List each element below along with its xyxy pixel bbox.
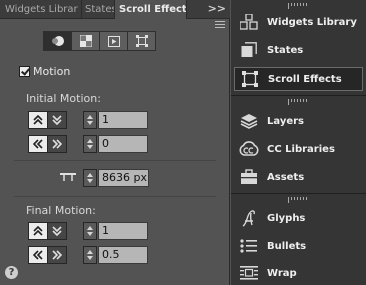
initial-vertical-direction <box>28 111 67 129</box>
dock-grip[interactable] <box>288 3 310 9</box>
slideshow-icon <box>107 35 120 47</box>
cc-libraries-icon <box>239 141 259 156</box>
dock-item-bullets[interactable]: Bullets <box>234 234 363 258</box>
key-position-stepper[interactable] <box>83 169 97 187</box>
dock-item-layers[interactable]: Layers <box>234 109 363 133</box>
chevron-down-double-icon <box>52 226 62 236</box>
initial-vertical-stepper[interactable] <box>83 111 97 129</box>
final-vertical-direction <box>28 222 67 240</box>
final-motion-label: Final Motion: <box>26 204 96 217</box>
chevron-left-double-icon <box>33 250 43 260</box>
direction-down-button[interactable] <box>47 111 67 129</box>
tab-overflow-button[interactable]: >> <box>208 0 226 19</box>
dock-item-widgets-library[interactable]: Widgets Library <box>234 10 363 34</box>
background-fill-icon <box>79 35 92 47</box>
final-horizontal-input[interactable]: 0.5 <box>98 246 148 264</box>
chevron-left-double-icon <box>33 139 43 149</box>
divider <box>14 196 216 197</box>
direction-left-button[interactable] <box>28 246 48 264</box>
dock-item-label: States <box>267 44 304 56</box>
panel-menu-icon[interactable] <box>215 21 225 30</box>
adobe-edge-animate-icon <box>135 35 148 47</box>
dock-item-states[interactable]: States <box>234 38 363 62</box>
tab-scroll-effects[interactable]: Scroll Effects <box>115 0 187 19</box>
direction-up-button[interactable] <box>28 111 48 129</box>
states-icon <box>241 42 257 57</box>
dock-divider <box>231 95 366 96</box>
chevron-up-double-icon <box>33 115 43 125</box>
dock-item-label: Scroll Effects <box>268 73 342 85</box>
final-vertical-input[interactable]: 1 <box>98 222 148 240</box>
dock-item-label: Widgets Library <box>267 16 357 28</box>
panel-tab-bar: Widgets Librar States Scroll Effects >> <box>0 0 230 19</box>
direction-up-button[interactable] <box>28 222 48 240</box>
edge-animate-button[interactable] <box>127 31 156 51</box>
background-fill-button[interactable] <box>71 31 100 51</box>
effect-mode-buttons <box>43 31 156 51</box>
assets-icon <box>241 169 257 184</box>
divider <box>14 160 216 161</box>
motion-checkbox-row[interactable]: Motion <box>19 65 70 78</box>
dock-item-label: CC Libraries <box>267 143 335 155</box>
chevron-down-double-icon <box>52 115 62 125</box>
dock-item-assets[interactable]: Assets <box>234 165 363 189</box>
initial-motion-label: Initial Motion: <box>26 92 101 105</box>
scroll-motion-icon <box>51 36 64 46</box>
dock-item-label: Wrap <box>267 267 297 279</box>
dock-item-label: Glyphs <box>267 212 306 224</box>
wrap-icon <box>240 266 258 280</box>
tab-states[interactable]: States <box>82 0 115 19</box>
direction-left-button[interactable] <box>28 135 48 153</box>
dock-grip[interactable] <box>288 197 310 203</box>
key-position-icon <box>60 173 76 181</box>
dock-divider <box>231 193 366 194</box>
layers-icon <box>240 114 258 129</box>
initial-horizontal-input[interactable]: 0 <box>98 135 148 153</box>
panel-dock: Widgets Library States Scroll Effects La… <box>231 0 366 285</box>
initial-horizontal-direction <box>28 135 67 153</box>
motion-checkbox[interactable] <box>19 66 30 77</box>
initial-horizontal-stepper[interactable] <box>83 135 97 153</box>
final-horizontal-stepper[interactable] <box>83 246 97 264</box>
dock-item-scroll-effects[interactable]: Scroll Effects <box>234 67 363 91</box>
bullets-icon <box>240 239 257 253</box>
key-position-input[interactable]: 8636 px <box>98 169 149 187</box>
scroll-effects-icon <box>242 71 258 87</box>
dock-item-cc-libraries[interactable]: CC Libraries <box>234 137 363 161</box>
scroll-motion-button[interactable] <box>43 31 72 51</box>
scroll-effects-panel: Widgets Librar States Scroll Effects >> <box>0 0 230 285</box>
motion-label: Motion <box>33 65 71 78</box>
chevron-right-double-icon <box>52 250 62 260</box>
glyphs-icon <box>242 210 255 227</box>
help-icon[interactable]: ? <box>5 266 18 279</box>
dock-item-label: Assets <box>267 171 305 183</box>
direction-right-button[interactable] <box>47 135 67 153</box>
widgets-library-icon <box>240 14 258 30</box>
direction-down-button[interactable] <box>47 222 67 240</box>
dock-item-label: Layers <box>267 115 304 127</box>
direction-right-button[interactable] <box>47 246 67 264</box>
final-vertical-stepper[interactable] <box>83 222 97 240</box>
dock-grip[interactable] <box>288 99 310 105</box>
slideshow-button[interactable] <box>99 31 128 51</box>
dock-item-glyphs[interactable]: Glyphs <box>234 206 363 230</box>
chevron-up-double-icon <box>33 226 43 236</box>
dock-item-wrap[interactable]: Wrap <box>234 261 363 285</box>
tab-widgets-library[interactable]: Widgets Librar <box>0 0 82 19</box>
initial-vertical-input[interactable]: 1 <box>98 111 148 129</box>
dock-item-label: Bullets <box>267 240 307 252</box>
final-horizontal-direction <box>28 246 67 264</box>
chevron-right-double-icon <box>52 139 62 149</box>
